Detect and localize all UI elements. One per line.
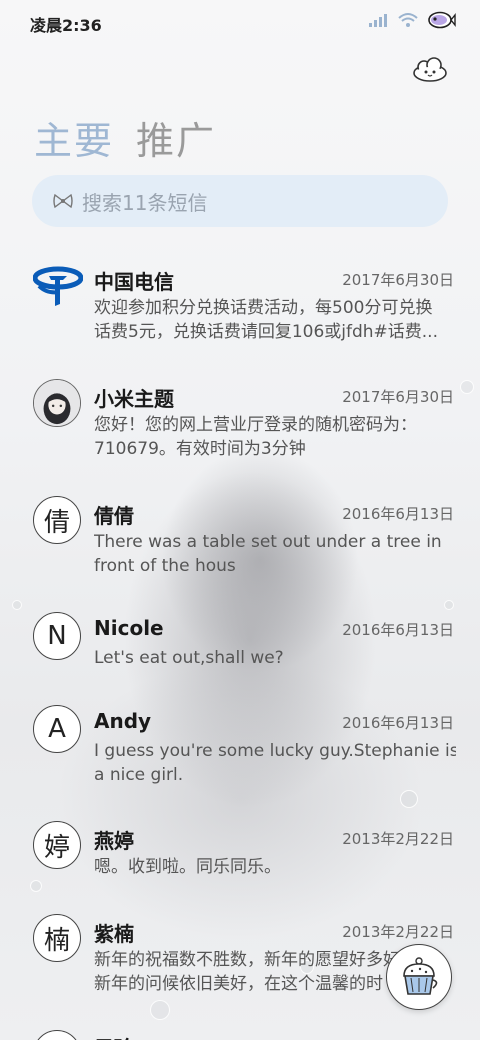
avatar: A <box>33 705 81 753</box>
avatar: 楠 <box>33 914 81 962</box>
preview-line: 710679。有效时间为3分钟 <box>94 439 306 459</box>
preview-line: 您好！您的网上营业厅登录的随机密码为： <box>94 415 417 435</box>
preview-line: 新年的祝福数不胜数，新年的愿望好多好 <box>94 950 400 970</box>
status-icons <box>368 11 456 29</box>
conversation-item[interactable]: 子玲 <box>0 1030 480 1040</box>
tab-bar: 主要 推广 <box>34 110 216 165</box>
contact-name: 子玲 <box>94 1032 134 1040</box>
message-date: 2016年6月13日 <box>342 505 454 523</box>
battery-fish-icon <box>428 11 456 29</box>
avatar: 倩 <box>33 496 81 544</box>
message-preview: I guess you're some lucky guy.Stephanie … <box>94 739 456 787</box>
message-date: 2013年2月22日 <box>342 923 454 941</box>
message-preview: 新年的祝福数不胜数，新年的愿望好多好 新年的问候依旧美好，在这个温馨的时 <box>94 948 424 996</box>
contact-name: 倩倩 <box>94 504 134 528</box>
message-date: 2013年2月22日 <box>342 830 454 848</box>
message-preview: Let's eat out,shall we? <box>94 646 456 670</box>
message-date: 2017年6月30日 <box>342 271 454 289</box>
conversation-item[interactable]: 小米主题 2017年6月30日 您好！您的网上营业厅登录的随机密码为： 7106… <box>0 379 480 463</box>
preview-line: 话费5元，兑换话费请回复106或jfdh#话费... <box>94 322 438 342</box>
avatar <box>33 1030 81 1040</box>
cupcake-compose-icon <box>403 957 438 995</box>
tab-main[interactable]: 主要 <box>34 110 114 165</box>
preview-line: 欢迎参加积分兑换话费活动，每500分可兑换 <box>94 298 433 318</box>
contact-name: Nicole <box>94 616 164 640</box>
preview-line: a nice girl. <box>94 765 184 785</box>
cloud-sync-icon <box>413 57 447 82</box>
preview-line: There was a table set out under a tree i… <box>94 532 442 552</box>
conversation-item[interactable]: A Andy 2016年6月13日 I guess you're some lu… <box>0 705 480 789</box>
preview-line: 新年的问候依旧美好，在这个温馨的时 <box>94 974 383 994</box>
search-input[interactable]: 搜索11条短信 <box>82 187 207 216</box>
china-telecom-logo <box>32 264 84 308</box>
compose-button[interactable] <box>386 944 452 1010</box>
conversation-item[interactable]: 倩 倩倩 2016年6月13日 There was a table set ou… <box>0 496 480 580</box>
message-preview: There was a table set out under a tree i… <box>94 530 456 578</box>
message-preview: 您好！您的网上营业厅登录的随机密码为： 710679。有效时间为3分钟 <box>94 413 456 461</box>
wifi-icon <box>398 13 418 27</box>
message-preview: 欢迎参加积分兑换话费活动，每500分可兑换 话费5元，兑换话费请回复106或jf… <box>94 296 456 344</box>
message-date: 2016年6月13日 <box>342 714 454 732</box>
status-bar: 凌晨2:36 <box>0 0 480 44</box>
message-date: 2016年6月13日 <box>342 621 454 639</box>
avatar <box>33 379 81 427</box>
contact-name: Andy <box>94 709 152 733</box>
avatar: 婷 <box>33 821 81 869</box>
preview-line: front of the hous <box>94 556 236 576</box>
contact-name: 紫楠 <box>94 922 134 946</box>
preview-line: 嗯。收到啦。同乐同乐。 <box>94 857 281 877</box>
search-bar[interactable]: 搜索11条短信 <box>32 175 448 227</box>
preview-line: Let's eat out,shall we? <box>94 648 284 668</box>
preview-line: I guess you're some lucky guy.Stephanie … <box>94 741 456 761</box>
contact-name: 燕婷 <box>94 829 134 853</box>
contact-name: 小米主题 <box>94 387 174 411</box>
avatar: N <box>33 612 81 660</box>
tab-promotions[interactable]: 推广 <box>136 110 216 165</box>
conversation-item[interactable]: N Nicole 2016年6月13日 Let's eat out,shall … <box>0 612 480 676</box>
search-bow-icon <box>53 193 73 209</box>
cloud-sync-button[interactable] <box>410 56 450 84</box>
message-preview: 嗯。收到啦。同乐同乐。 <box>94 855 456 879</box>
contact-name: 中国电信 <box>94 270 174 294</box>
conversation-item[interactable]: 婷 燕婷 2013年2月22日 嗯。收到啦。同乐同乐。 <box>0 821 480 885</box>
status-time: 凌晨2:36 <box>30 16 102 35</box>
conversation-item[interactable]: 中国电信 2017年6月30日 欢迎参加积分兑换话费活动，每500分可兑换 话费… <box>0 266 480 346</box>
message-date: 2017年6月30日 <box>342 388 454 406</box>
signal-icon <box>369 14 387 27</box>
